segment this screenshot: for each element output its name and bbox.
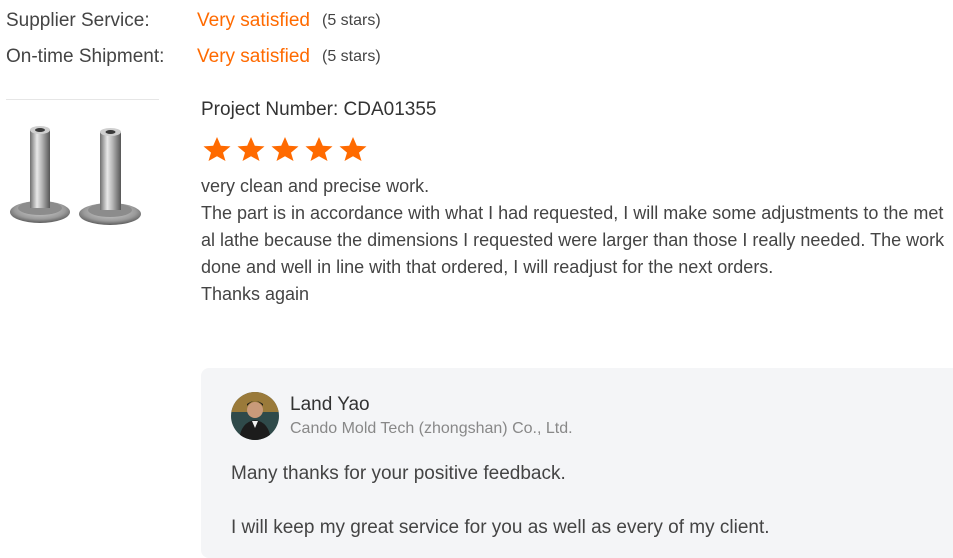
rating-value: Very satisfied [197, 46, 310, 67]
replier-company: Cando Mold Tech (zhongshan) Co., Ltd. [290, 420, 573, 437]
review-line: very clean and precise work. [201, 176, 430, 196]
star-icon [271, 137, 299, 161]
divider [6, 99, 159, 100]
supplier-reply: Land Yao Cando Mold Tech (zhongshan) Co.… [201, 368, 953, 558]
rating-value: Very satisfied [197, 10, 310, 31]
project-number: Project Number: CDA01355 [201, 99, 437, 120]
reply-line: Many thanks for your positive feedback. [231, 463, 566, 484]
review-line: The part is in accordance with what I ha… [201, 203, 945, 277]
review-line: Thanks again [201, 284, 310, 304]
product-image [10, 126, 141, 225]
avatar[interactable] [231, 392, 279, 440]
rating-row-supplier-service: Supplier Service: Very satisfied (5 star… [6, 8, 381, 34]
star-icon [203, 137, 231, 161]
star-rating [201, 136, 951, 162]
review-body: very clean and precise work. The part is… [201, 173, 945, 308]
rating-label: Supplier Service: [6, 10, 150, 31]
reply-text: Many thanks for your positive feedback. … [231, 460, 770, 541]
replier-name: Land Yao [290, 394, 370, 415]
star-icon [237, 137, 265, 161]
rating-label: On-time Shipment: [6, 46, 165, 67]
rating-stars-text: (5 stars) [322, 12, 381, 29]
product-thumbnail[interactable] [6, 112, 159, 237]
rating-row-ontime-shipment: On-time Shipment: Very satisfied (5 star… [6, 44, 381, 70]
rating-stars-text: (5 stars) [322, 48, 381, 65]
avatar-image [231, 392, 279, 440]
star-icon [305, 137, 333, 161]
review: Project Number: CDA01355 very clean and … [201, 96, 951, 308]
star-icon [339, 137, 367, 161]
reply-line: I will keep my great service for you as … [231, 517, 770, 538]
